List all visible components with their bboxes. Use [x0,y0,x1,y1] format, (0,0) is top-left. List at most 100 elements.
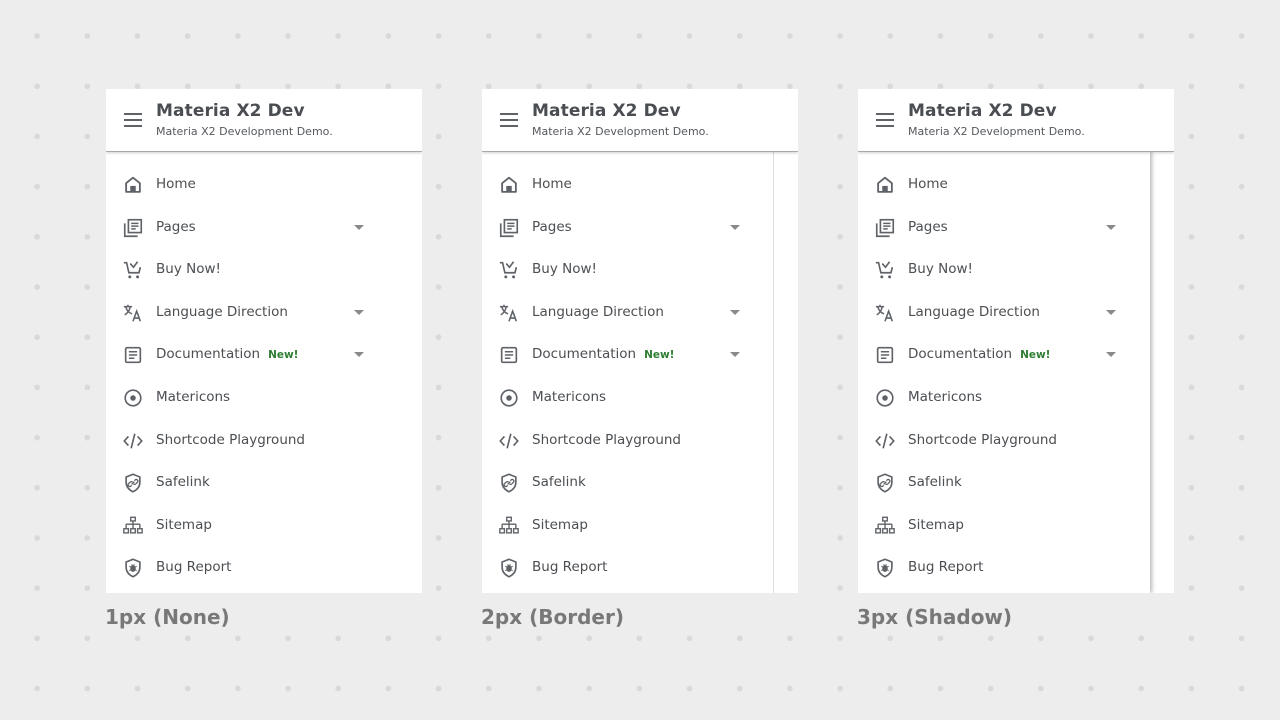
nav-item-label: Language Direction [908,304,1040,320]
pages-icon [874,217,896,239]
nav-item-home[interactable]: Home [482,165,773,205]
nav-item-text: Buy Now! [908,261,973,278]
nav-item-matericons[interactable]: Matericons [858,378,1150,418]
nav-item-matericons[interactable]: Matericons [106,378,422,418]
nav-item-documentation[interactable]: Documentation New! [858,335,1150,375]
nav-item-label: Shortcode Playground [908,432,1057,448]
nav-item-safelink[interactable]: Safelink [106,463,422,503]
radio-button-icon [498,387,520,409]
sitemap-icon [874,515,896,537]
nav-item-label: Shortcode Playground [156,432,305,448]
nav-item-text: Safelink [532,474,586,491]
home-icon [874,174,896,196]
new-badge: New! [644,349,675,362]
nav-item-label: Pages [532,219,572,235]
nav-item-sitemap[interactable]: Sitemap [858,506,1150,546]
drawer-variant-none: Materia X2 Dev Materia X2 Development De… [106,89,422,593]
nav-item-label: Bug Report [156,559,231,575]
nav-item-language-direction[interactable]: Language Direction [482,293,773,333]
nav-item-text: Matericons [532,389,607,405]
navigation-drawer: Home Pages Buy Now! Language Direction Docum… [106,151,422,593]
menu-icon[interactable] [500,113,518,127]
nav-item-label: Buy Now! [908,261,973,277]
nav-item-text: Bug Report [908,559,984,576]
translate-icon [874,302,896,324]
caret-down-icon[interactable] [354,309,364,315]
app-frame: Materia X2 Dev Materia X2 Development De… [482,89,798,593]
nav-item-text: Language Direction [156,303,288,320]
radio-button-icon [122,387,144,409]
nav-item-shortcode-playground[interactable]: Shortcode Playground [858,421,1150,461]
nav-item-text: Shortcode Playground [532,431,681,448]
cart-icon [498,259,520,281]
navigation-drawer: Home Pages Buy Now! Language Direction Docum… [482,151,774,593]
nav-item-text: Pages [908,218,948,235]
nav-item-label: Safelink [156,474,210,490]
nav-item-label: Matericons [908,389,982,405]
code-icon [874,430,896,452]
nav-item-buy-now[interactable]: Buy Now! [482,250,773,290]
nav-item-bug-report[interactable]: Bug Report [106,548,422,588]
nav-item-shortcode-playground[interactable]: Shortcode Playground [106,421,422,461]
nav-item-pages[interactable]: Pages [482,208,773,248]
nav-item-label: Shortcode Playground [532,432,681,448]
nav-item-safelink[interactable]: Safelink [858,463,1150,503]
app-bar: Materia X2 Dev Materia X2 Development De… [482,89,798,151]
nav-item-buy-now[interactable]: Buy Now! [858,250,1150,290]
nav-item-label: Documentation New! [156,346,298,362]
nav-item-bug-report[interactable]: Bug Report [482,548,773,588]
navigation-drawer: Home Pages Buy Now! Language Direction Docum… [858,151,1150,593]
shield-bug-icon [122,557,144,579]
caret-down-icon[interactable] [354,352,364,358]
caret-down-icon[interactable] [730,224,740,230]
translate-icon [498,302,520,324]
nav-item-documentation[interactable]: Documentation New! [106,335,422,375]
nav-item-label: Matericons [156,389,230,405]
app-title: Materia X2 Dev [532,101,681,121]
nav-item-text: Home [156,176,196,192]
nav-item-text: Pages [532,218,572,235]
document-icon [874,344,896,366]
nav-item-home[interactable]: Home [858,165,1150,205]
app-frame: Materia X2 Dev Materia X2 Development De… [858,89,1174,593]
nav-item-label: Language Direction [156,304,288,320]
nav-item-text: Buy Now! [156,261,221,278]
nav-item-matericons[interactable]: Matericons [482,378,773,418]
nav-item-label: Pages [908,219,948,235]
app-frame: Materia X2 Dev Materia X2 Development De… [106,89,422,593]
nav-item-sitemap[interactable]: Sitemap [106,506,422,546]
shield-link-icon [122,472,144,494]
nav-item-bug-report[interactable]: Bug Report [858,548,1150,588]
caret-down-icon[interactable] [1106,309,1116,315]
nav-item-sitemap[interactable]: Sitemap [482,506,773,546]
caret-down-icon[interactable] [730,309,740,315]
nav-item-shortcode-playground[interactable]: Shortcode Playground [482,421,773,461]
nav-item-label: Sitemap [532,517,588,533]
caret-down-icon[interactable] [1106,352,1116,358]
nav-item-text: Matericons [908,389,983,405]
nav-item-documentation[interactable]: Documentation New! [482,335,773,375]
app-subtitle: Materia X2 Development Demo. [532,125,709,138]
nav-item-label: Language Direction [532,304,664,320]
pages-icon [498,217,520,239]
drawer-variant-shadow: Materia X2 Dev Materia X2 Development De… [858,89,1174,593]
caret-down-icon[interactable] [1106,224,1116,230]
caret-down-icon[interactable] [354,224,364,230]
sitemap-icon [498,515,520,537]
nav-item-buy-now[interactable]: Buy Now! [106,250,422,290]
menu-icon[interactable] [876,113,894,127]
variant-caption: 3px (Shadow) [857,605,1013,629]
nav-item-language-direction[interactable]: Language Direction [106,293,422,333]
nav-item-text: Language Direction [908,303,1040,320]
nav-item-home[interactable]: Home [106,165,422,205]
nav-item-safelink[interactable]: Safelink [482,463,773,503]
app-bar: Materia X2 Dev Materia X2 Development De… [858,89,1174,151]
app-subtitle: Materia X2 Development Demo. [156,125,333,138]
menu-icon[interactable] [124,113,142,127]
nav-item-text: Documentation [532,346,637,363]
nav-item-pages[interactable]: Pages [858,208,1150,248]
variant-caption: 2px (Border) [481,605,624,629]
caret-down-icon[interactable] [730,352,740,358]
nav-item-pages[interactable]: Pages [106,208,422,248]
nav-item-language-direction[interactable]: Language Direction [858,293,1150,333]
